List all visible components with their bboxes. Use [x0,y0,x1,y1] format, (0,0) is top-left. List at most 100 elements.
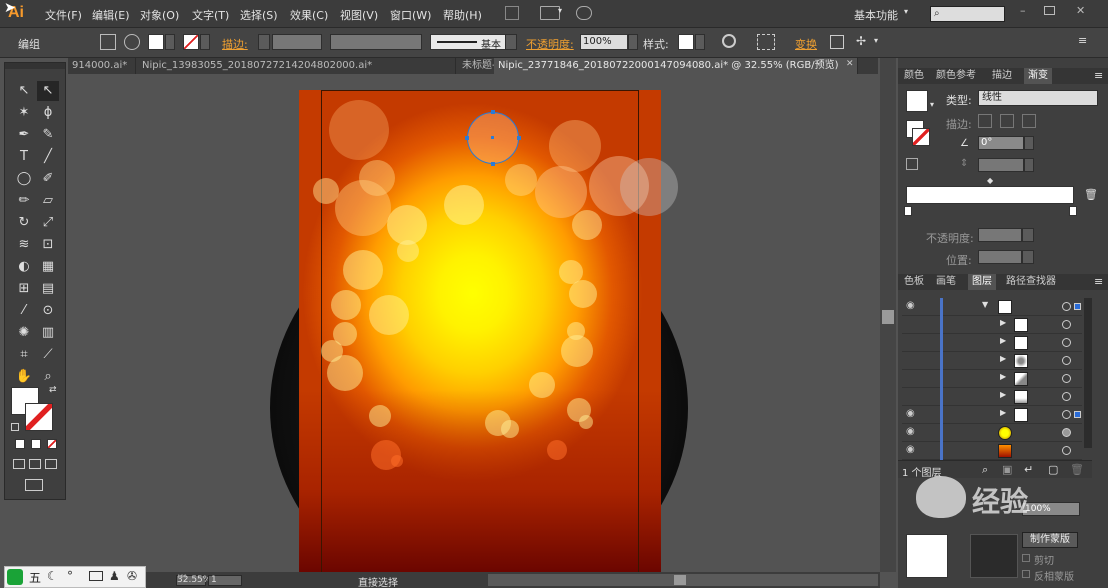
chevron-right-icon[interactable]: ▶ [1000,336,1006,345]
canvas-area[interactable] [68,74,880,588]
tab-swatches[interactable]: 色板 [900,274,928,290]
layer-row[interactable]: ◉ ▶ [902,406,1082,424]
arrange-documents-icon[interactable] [540,6,560,20]
target-icon[interactable] [1062,338,1071,347]
fill-dropdown[interactable] [165,34,175,50]
opacity-dropdown[interactable] [628,34,638,50]
chevron-right-icon[interactable]: ▶ [1000,390,1006,399]
stroke-weight-stepper[interactable] [258,34,270,50]
gradient-preview-swatch[interactable] [906,90,928,112]
stop-position-dropdown[interactable] [1022,250,1034,264]
screen-mode-icon[interactable] [25,479,43,491]
draw-inside-icon[interactable] [45,459,57,469]
selection-anchor-points[interactable] [465,110,521,166]
pencil-tool-icon[interactable]: ✏ [13,191,35,211]
chevron-right-icon[interactable]: ▶ [1000,318,1006,327]
target-icon[interactable] [1062,356,1071,365]
document-tab[interactable]: 914000.ai* [68,58,136,74]
graphic-style-swatch[interactable] [678,34,694,50]
stroke-swatch[interactable] [25,403,53,431]
ime-logo-icon[interactable] [7,569,23,585]
vertical-scrollbar[interactable] [880,58,896,572]
keyboard-icon[interactable] [89,571,103,581]
first-page-icon[interactable]: ⏮ [178,572,186,582]
moon-icon[interactable]: ☾ [47,569,58,583]
stroke-dropdown[interactable] [200,34,210,50]
selection-indicator[interactable] [1074,411,1081,418]
bokeh-circle[interactable] [397,240,419,262]
brush-dropdown[interactable] [505,34,517,50]
bokeh-circle[interactable] [331,290,361,320]
stroke-across-icon[interactable] [1022,114,1036,128]
eyedropper-tool-icon[interactable]: ⁄ [13,301,35,321]
curvature-tool-icon[interactable]: ✎ [37,125,59,145]
document-tab[interactable]: Nipic_13983055_20180727214204802000.ai* [138,58,456,74]
chevron-down-icon[interactable]: ▾ [930,100,934,109]
bokeh-circle[interactable] [561,335,593,367]
brush-definition[interactable]: 基本 [430,34,516,51]
bokeh-circle[interactable] [547,440,567,460]
layers-scrollbar[interactable] [1084,298,1092,448]
anchor-point[interactable] [465,136,469,140]
user-icon[interactable]: ♟ [109,569,120,583]
anchor-point[interactable] [517,136,521,140]
panel-menu-icon[interactable]: ≡ [1094,69,1103,82]
layer-row[interactable]: ◉ [902,424,1082,442]
menu-object[interactable]: 对象(O) [140,7,179,23]
layer-row[interactable]: ◉ ▼ [902,298,1082,316]
menu-view[interactable]: 视图(V) [340,7,378,23]
gradient-stop-left[interactable] [904,206,912,216]
zoom-tool-icon[interactable]: ⌕ [37,367,59,387]
gradient-mode-icon[interactable] [31,439,41,449]
bokeh-circle[interactable] [579,415,593,429]
bokeh-circle[interactable] [549,120,601,172]
rotate-tool-icon[interactable]: ↻ [13,213,35,233]
gradient-slider[interactable] [906,186,1074,204]
chevron-right-icon[interactable]: ▶ [1000,408,1006,417]
horizontal-scrollbar[interactable] [488,574,878,586]
selection-tool-icon[interactable]: ↖ [13,81,35,101]
pen-tool-icon[interactable]: ✒ [13,125,35,145]
menu-effect[interactable]: 效果(C) [290,7,328,23]
scroll-thumb[interactable] [674,575,686,585]
hand-tool-icon[interactable]: ✋ [13,367,35,387]
menu-file[interactable]: 文件(F) [45,7,82,23]
opacity-label[interactable]: 不透明度: [526,36,574,52]
draw-normal-icon[interactable] [13,459,25,469]
selection-indicator[interactable] [1074,303,1081,310]
menu-edit[interactable]: 编辑(E) [92,7,130,23]
opacity-input[interactable]: 100% [580,34,628,50]
tab-color[interactable]: 颜色 [900,68,928,84]
panel-menu-icon[interactable]: ≡ [1078,34,1087,47]
bokeh-circle[interactable] [444,185,484,225]
bokeh-circle[interactable] [387,205,427,245]
chevron-down-icon[interactable]: ▼ [982,300,988,309]
workspace-switcher[interactable]: 基本功能 [854,7,898,23]
blend-tool-icon[interactable]: ⊙ [37,301,59,321]
target-icon[interactable] [1062,374,1071,383]
document-tab-active[interactable]: Nipic_23771846_20180722000147094080.ai* … [494,58,858,74]
gradient-type-select[interactable]: 线性 [978,90,1098,106]
bokeh-circle[interactable] [343,250,383,290]
stop-opacity-input[interactable] [978,228,1022,242]
mesh-tool-icon[interactable]: ⊞ [13,279,35,299]
tab-layers[interactable]: 图层 [968,274,996,290]
gradient-tool-icon[interactable]: ▤ [37,279,59,299]
search-input[interactable]: ⌕ [930,6,1005,22]
style-dropdown[interactable] [695,34,705,50]
bokeh-circle[interactable] [313,178,339,204]
stroke-label[interactable]: 描边: [222,36,248,52]
stop-opacity-dropdown[interactable] [1022,228,1034,242]
stroke-weight-input[interactable] [272,34,322,50]
tab-pathfinder[interactable]: 路径查找器 [1002,274,1060,290]
default-colors-icon[interactable] [11,423,19,431]
layer-row[interactable]: ▶ [902,334,1082,352]
ellipse-tool-icon[interactable]: ◯ [13,169,35,189]
close-icon[interactable]: ✕ [1076,4,1085,17]
bokeh-circle[interactable] [535,166,587,218]
bokeh-circle[interactable] [569,280,597,308]
restore-icon[interactable] [1044,6,1055,15]
reverse-gradient-icon[interactable] [906,158,918,170]
variable-width-profile[interactable] [330,34,422,50]
paintbrush-tool-icon[interactable]: ✐ [37,169,59,189]
